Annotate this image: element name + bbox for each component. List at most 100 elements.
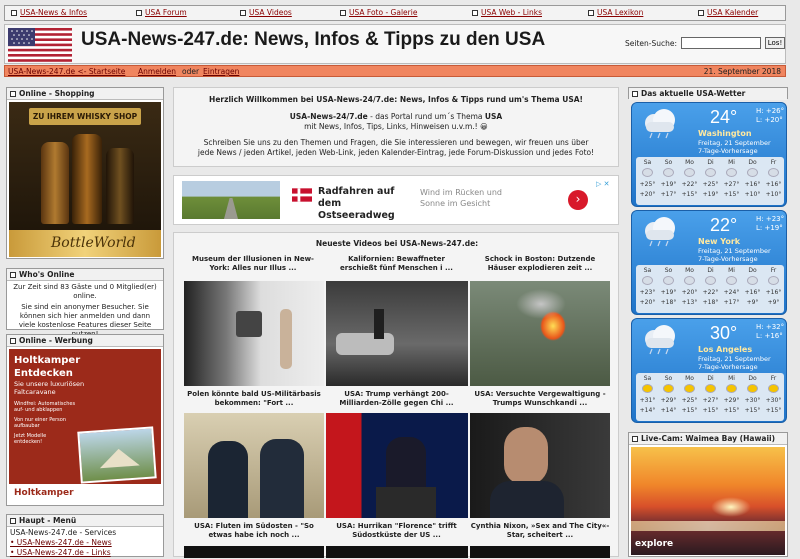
weather-widget[interactable]: 24° H: +26° L: +20° Washington Freitag, 21 S…: [631, 102, 787, 207]
weather-widget[interactable]: 30° H: +32° L: +16° Los Angeles Freitag, 21 …: [631, 318, 787, 423]
video-title[interactable]: USA: Versuchte Vergewaltigung - Trumps W…: [470, 390, 610, 408]
weather-header-box: Das aktuelle USA-Wetter: [628, 87, 788, 100]
video-thumbnail[interactable]: [326, 546, 468, 558]
nav-usa-web-links[interactable]: USA Web - Links: [472, 8, 542, 17]
cloud-icon: [640, 109, 680, 141]
weather-widget[interactable]: 22° H: +23° L: +19° New York Freitag, 21 Sep…: [631, 210, 787, 315]
livecam-wave: [631, 521, 785, 531]
ad-title: Radfahren auf dem Ostseeradweg: [318, 186, 395, 221]
forecast-icon: [663, 168, 674, 177]
forecast-high: +29°: [723, 397, 740, 404]
forecast-low: +15°: [765, 407, 782, 414]
video-thumbnail[interactable]: [470, 281, 610, 386]
forecast-low: +20°: [639, 191, 656, 198]
forecast-day: Do: [748, 375, 757, 382]
thumb-face: [504, 427, 548, 485]
video-title[interactable]: Kalifornien: Bewaffneter erschießt fünf …: [329, 255, 464, 273]
forecast-low: +17°: [660, 191, 677, 198]
forecast-label: 7-Tage-Vorhersage: [698, 255, 758, 263]
forecast-high: +19°: [660, 181, 677, 188]
forecast-day: Di: [707, 375, 714, 382]
nav-usa-videos[interactable]: USA Videos: [240, 8, 292, 17]
videos-heading: Neueste Videos bei USA-News-247.de:: [315, 239, 479, 248]
forecast-low: +10°: [744, 191, 761, 198]
nav-usa-lexikon[interactable]: USA Lexikon: [588, 8, 643, 17]
thumb-person: [374, 309, 384, 339]
forecast-day: Mo: [685, 159, 694, 166]
or-text: oder: [182, 67, 200, 76]
register-link[interactable]: Eintragen: [203, 67, 239, 76]
whisky-shop-banner[interactable]: ZU IHREM WHISKY SHOP BottleWorld: [9, 102, 161, 257]
whos-online-box: Who's Online Zur Zeit sind 83 Gäste und …: [6, 268, 164, 338]
bottle-image: [41, 142, 69, 224]
forecast-icon: [747, 384, 758, 393]
forecast-icon: [768, 384, 779, 393]
video-thumbnail[interactable]: [184, 413, 324, 518]
forecast-high: +27°: [723, 181, 740, 188]
whos-online-header: Who's Online: [7, 269, 163, 281]
ad-feature: Von nur einer Person aufbaubar: [14, 417, 66, 429]
forecast-low: +18°: [702, 299, 719, 306]
video-thumbnail[interactable]: [184, 546, 324, 558]
nav-usa-forum[interactable]: USA Forum: [136, 8, 187, 17]
video-title[interactable]: Cynthia Nixon, »Sex and The City«-Star, …: [470, 522, 610, 540]
ad-subheading: Sie unsere luxuriösen Faltcaravane: [14, 380, 85, 396]
ad-brand: Holtkamper: [14, 355, 81, 366]
nav-usa-kalender[interactable]: USA Kalender: [698, 8, 758, 17]
forecast-label: 7-Tage-Vorhersage: [698, 363, 758, 371]
forecast-high: +25°: [639, 181, 656, 188]
video-title[interactable]: Schock in Boston: Dutzende Häuser explod…: [470, 255, 610, 273]
forecast-icon: [726, 384, 737, 393]
livecam-box: Live-Cam: Waimea Bay (Hawaii) explore: [628, 432, 788, 557]
video-title[interactable]: Polen könnte bald US-Militärbasis bekomm…: [184, 390, 324, 408]
forecast-high: +24°: [723, 289, 740, 296]
video-thumbnail[interactable]: [326, 413, 468, 518]
current-temp: 22°: [710, 215, 738, 235]
forecast-day: Sa: [643, 159, 652, 166]
search-input[interactable]: [681, 37, 761, 49]
video-thumbnail[interactable]: [470, 546, 610, 558]
forecast-icon: [663, 276, 674, 285]
forecast-day: Fr: [770, 267, 777, 274]
login-link[interactable]: Anmelden: [138, 67, 176, 76]
video-thumbnail[interactable]: [470, 413, 610, 518]
ad-choices-icon[interactable]: ▷ ✕: [596, 180, 609, 188]
nav-usa-news[interactable]: USA-News & Infos: [11, 8, 87, 17]
forecast-low: +17°: [723, 299, 740, 306]
search-button[interactable]: Los!: [765, 37, 785, 49]
temp-high: H: +23°: [756, 215, 785, 223]
video-title[interactable]: USA: Trump verhängt 200-Milliarden-Zölle…: [329, 390, 464, 408]
main-menu-box: Haupt - Menü USA-News-247.de - Services …: [6, 514, 164, 557]
menu-link-news[interactable]: • USA-News-247.de - News: [10, 538, 160, 548]
werbung-box: Online - Werbung Holtkamper Entdecken Si…: [6, 334, 164, 506]
video-thumbnail[interactable]: [184, 281, 324, 386]
current-temp: 30°: [710, 323, 738, 343]
forecast-day: Do: [748, 267, 757, 274]
video-title[interactable]: USA: Fluten im Südosten - "So etwas habe…: [184, 522, 324, 540]
ostseeradweg-ad[interactable]: Radfahren auf dem Ostseeradweg Wind im R…: [173, 175, 619, 225]
forecast-low: +15°: [681, 191, 698, 198]
forecast-high: +30°: [765, 397, 782, 404]
forecast-high: +20°: [681, 289, 698, 296]
video-thumbnail[interactable]: [326, 281, 468, 386]
cloud-icon: [640, 217, 680, 249]
forecast-high: +27°: [702, 397, 719, 404]
video-title[interactable]: Museum der Illusionen in New-York: Alles…: [188, 255, 318, 273]
ad-photo: [182, 181, 280, 219]
user-bar: USA-News-247.de <- Startseite Anmelden o…: [4, 65, 786, 77]
ad-feature: Windfrei: Automatisches auf- und abklapp…: [14, 401, 76, 413]
ad-arrow-button[interactable]: ›: [568, 190, 588, 210]
caravan-ad[interactable]: Holtkamper Entdecken Sie unsere luxuriös…: [9, 349, 161, 504]
forecast-grid: Sa +31° +14° So +29° +14° Mo +25° +15° Di +27° +15°…: [636, 373, 784, 421]
ad-path: [224, 198, 238, 219]
thumb-smoke: [516, 289, 566, 319]
site-header: USA-News-247.de: News, Infos & Tipps zu …: [4, 24, 786, 64]
caravan-photo: [77, 426, 157, 484]
home-link[interactable]: USA-News-247.de <- Startseite: [8, 67, 125, 76]
video-title[interactable]: USA: Hurrikan "Florence" trifft Südostkü…: [329, 522, 464, 540]
welcome-box: Herzlich Willkommen bei USA-News-24/7.de…: [173, 87, 619, 167]
livecam-image[interactable]: explore: [631, 447, 785, 555]
nav-usa-foto-galerie[interactable]: USA Foto - Galerie: [340, 8, 417, 17]
welcome-intro: USA-News-24/7.de - das Portal rund um´s …: [289, 112, 503, 121]
forecast-grid: Sa +25° +20° So +19° +17° Mo +22° +15° Di +25° +19°…: [636, 157, 784, 205]
